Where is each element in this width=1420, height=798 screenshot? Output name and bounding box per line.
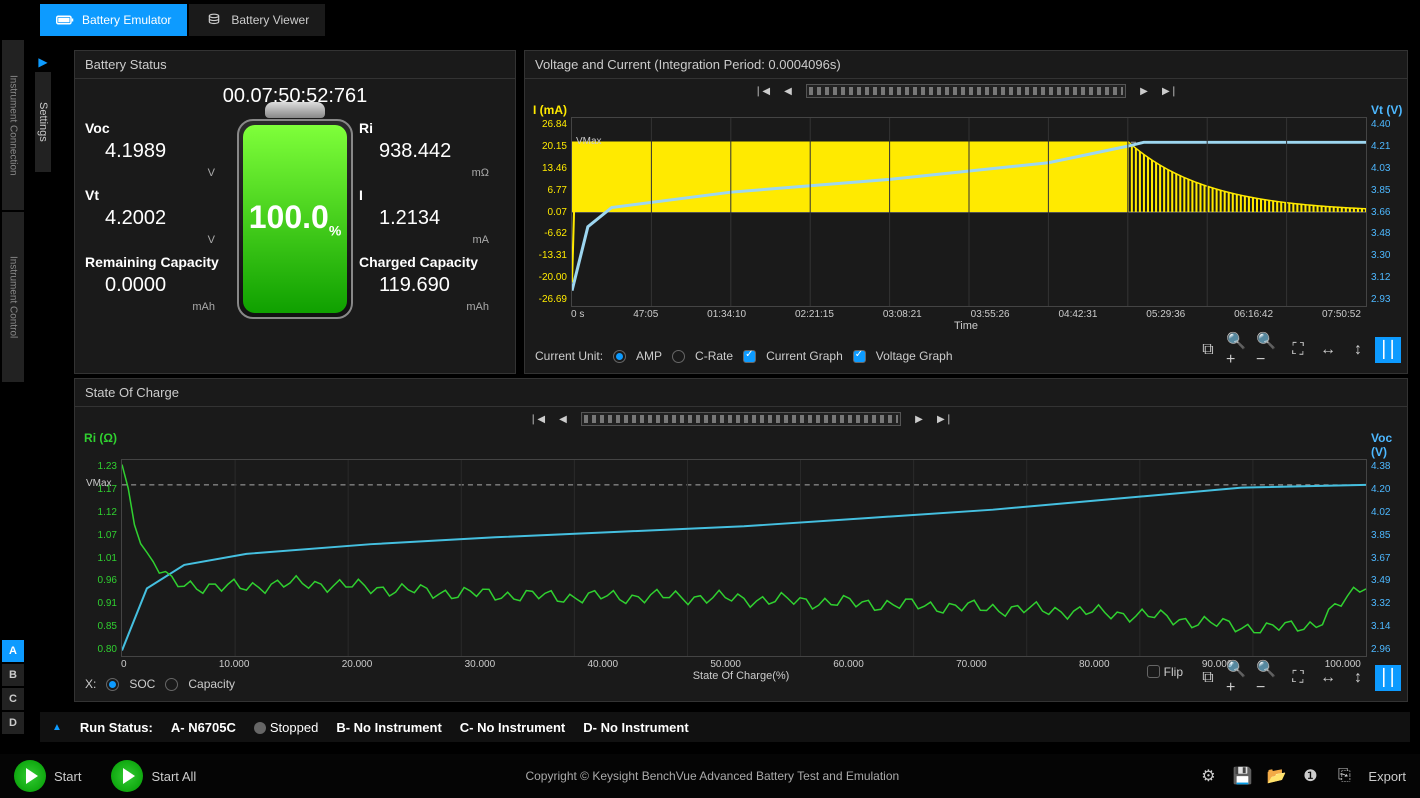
- vt-label: Vt: [85, 187, 231, 203]
- fit-y-icon[interactable]: ↕: [1345, 337, 1371, 363]
- soc-zoom-in-icon[interactable]: 🔍+: [1225, 665, 1251, 691]
- export-icon[interactable]: ⎘: [1334, 766, 1354, 786]
- soc-title: State Of Charge: [75, 379, 1407, 407]
- copyright-text: Copyright © Keysight BenchVue Advanced B…: [226, 769, 1198, 783]
- soc-scroll-prev-icon[interactable]: ◀: [555, 411, 571, 427]
- tab-battery-emulator[interactable]: Battery Emulator: [40, 4, 187, 36]
- cursor-tool-icon[interactable]: ⎮⎮: [1375, 337, 1401, 363]
- check-voltage-graph[interactable]: [853, 350, 866, 363]
- soc-scroll-next-icon[interactable]: ▶: [911, 411, 927, 427]
- rail-instrument-control[interactable]: Instrument Control: [2, 212, 24, 382]
- i-label: I: [359, 187, 505, 203]
- soc-fit-all-icon[interactable]: ⛶: [1285, 665, 1311, 691]
- soc-right-axis: 4.384.204.023.853.673.493.323.142.96: [1367, 459, 1407, 657]
- run-status-title: Run Status:: [80, 720, 153, 735]
- fit-x-icon[interactable]: ↔: [1315, 337, 1341, 363]
- ri-unit: mΩ: [359, 167, 505, 179]
- soc-fit-y-icon[interactable]: ↕: [1345, 665, 1371, 691]
- current-unit-label: Current Unit:: [535, 349, 603, 363]
- save-icon[interactable]: 💾: [1232, 766, 1252, 786]
- vi-right-axis: 4.404.214.033.853.663.483.303.122.93: [1367, 117, 1407, 307]
- vt-unit: V: [85, 234, 231, 246]
- start-button[interactable]: [14, 760, 46, 792]
- vmax-label: VMax: [576, 136, 602, 147]
- settings-side-tab[interactable]: Settings: [35, 72, 51, 172]
- expand-run-status-icon[interactable]: ▲: [52, 722, 62, 733]
- battery-percent: 100.0: [249, 199, 329, 235]
- ri-value: 938.442: [359, 140, 505, 163]
- scroll-first-icon[interactable]: ❘◀: [754, 83, 770, 99]
- rail-channel-b[interactable]: B: [2, 664, 24, 686]
- zoom-in-icon[interactable]: 🔍+: [1225, 337, 1251, 363]
- i-unit: mA: [359, 234, 505, 246]
- soc-vmax-label: VMax: [86, 478, 112, 489]
- tab-label: Battery Viewer: [231, 13, 309, 27]
- voc-label: Voc: [85, 120, 231, 136]
- run-status-bar: ▲ Run Status: A- N6705C Stopped B- No In…: [40, 712, 1410, 742]
- charged-value: 119.690: [359, 274, 505, 297]
- voc-unit: V: [85, 167, 231, 179]
- soc-fit-x-icon[interactable]: ↔: [1315, 665, 1341, 691]
- export-label: Export: [1368, 769, 1406, 784]
- soc-plot-area[interactable]: VMax: [121, 459, 1367, 657]
- battery-graphic: 100.0%: [231, 116, 359, 321]
- vi-left-axis: 26.8420.1513.466.770.07-6.62-13.31-20.00…: [525, 117, 571, 307]
- radio-amp[interactable]: [613, 350, 626, 363]
- soc-scrollbar[interactable]: [581, 412, 901, 426]
- notifications-icon[interactable]: ❶: [1300, 766, 1320, 786]
- soc-right-axis-title: Voc (V): [1367, 431, 1407, 459]
- rail-channel-d[interactable]: D: [2, 712, 24, 734]
- zoom-region-icon[interactable]: ⧉: [1195, 337, 1221, 363]
- radio-crate[interactable]: [672, 350, 685, 363]
- rail-channel-c[interactable]: C: [2, 688, 24, 710]
- scroll-next-icon[interactable]: ▶: [1136, 83, 1152, 99]
- soc-cursor-tool-icon[interactable]: ⎮⎮: [1375, 665, 1401, 691]
- vi-left-axis-title: I (mA): [525, 103, 571, 117]
- soc-scroll-first-icon[interactable]: ❘◀: [529, 411, 545, 427]
- time-scrollbar[interactable]: [806, 84, 1126, 98]
- remaining-unit: mAh: [85, 301, 231, 313]
- vi-right-axis-title: Vt (V): [1367, 103, 1407, 117]
- soc-left-axis-title: Ri (Ω): [75, 431, 121, 459]
- vi-chart-title: Voltage and Current (Integration Period:…: [525, 51, 1407, 79]
- rail-channel-a[interactable]: A: [2, 640, 24, 662]
- zoom-out-icon[interactable]: 🔍−: [1255, 337, 1281, 363]
- charged-unit: mAh: [359, 301, 505, 313]
- remaining-value: 0.0000: [85, 274, 231, 297]
- tab-label: Battery Emulator: [82, 13, 171, 27]
- ri-label: Ri: [359, 120, 505, 136]
- soc-zoom-out-icon[interactable]: 🔍−: [1255, 665, 1281, 691]
- soc-zoom-region-icon[interactable]: ⧉: [1195, 665, 1221, 691]
- radio-soc[interactable]: [106, 678, 119, 691]
- check-flip[interactable]: [1147, 665, 1160, 678]
- settings-icon[interactable]: ⚙: [1198, 766, 1218, 786]
- soc-scroll-last-icon[interactable]: ▶❘: [937, 411, 953, 427]
- start-all-button[interactable]: [111, 760, 143, 792]
- radio-capacity[interactable]: [165, 678, 178, 691]
- expand-settings-icon[interactable]: ▶: [35, 54, 51, 70]
- battery-status-title: Battery Status: [75, 51, 515, 79]
- vi-x-ticks: 0 s47:0501:34:1002:21:1503:08:2103:55:26…: [525, 307, 1407, 320]
- vt-value: 4.2002: [85, 207, 231, 230]
- check-current-graph[interactable]: [743, 350, 756, 363]
- i-value: 1.2134: [359, 207, 505, 230]
- fit-all-icon[interactable]: ⛶: [1285, 337, 1311, 363]
- open-folder-icon[interactable]: 📂: [1266, 766, 1286, 786]
- tab-battery-viewer[interactable]: Battery Viewer: [189, 4, 325, 36]
- scroll-last-icon[interactable]: ▶❘: [1162, 83, 1178, 99]
- scroll-prev-icon[interactable]: ◀: [780, 83, 796, 99]
- voc-value: 4.1989: [85, 140, 231, 163]
- rail-instrument-connection[interactable]: Instrument Connection: [2, 40, 24, 210]
- remaining-label: Remaining Capacity: [85, 254, 231, 270]
- soc-x-axis-label: X:: [85, 677, 96, 691]
- vi-plot-area[interactable]: VMax: [571, 117, 1367, 307]
- database-icon: [205, 13, 223, 27]
- status-dot-stopped-icon: [254, 722, 266, 734]
- charged-label: Charged Capacity: [359, 254, 505, 270]
- battery-icon: [56, 13, 74, 27]
